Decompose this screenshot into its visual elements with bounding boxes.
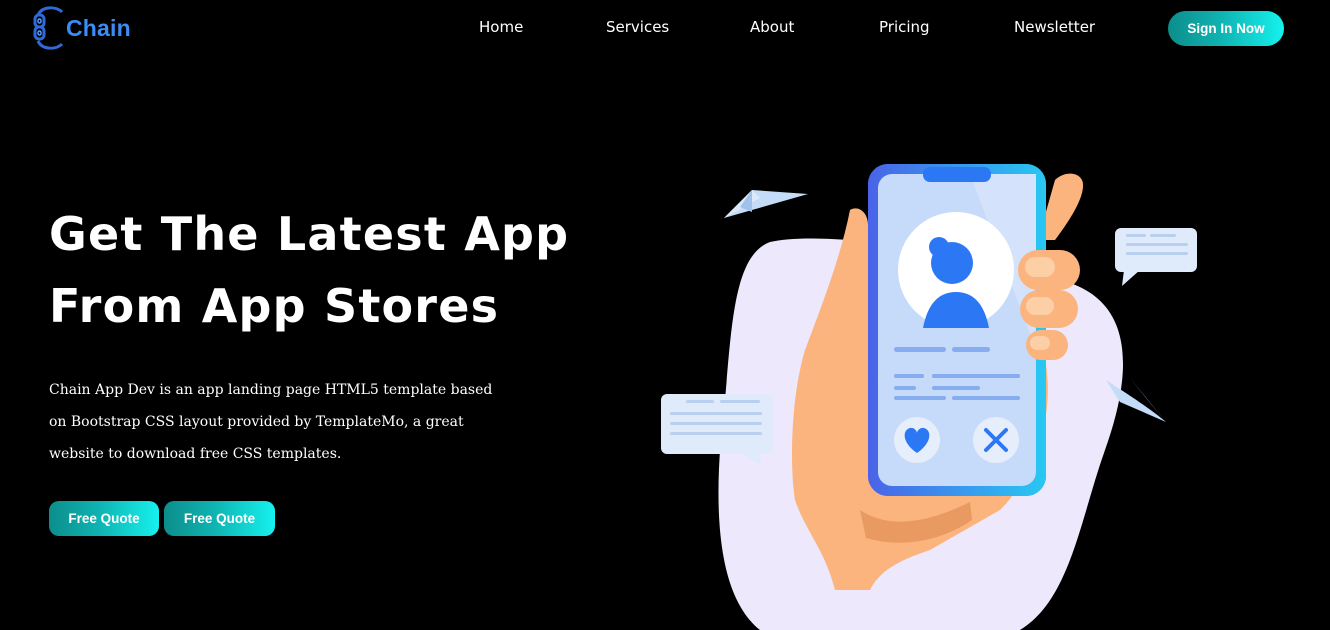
free-quote-button-secondary[interactable]: Free Quote (164, 501, 275, 536)
free-quote-button[interactable]: Free Quote (49, 501, 159, 536)
brand-name: Chain (66, 14, 131, 41)
hero-illustration (661, 164, 1197, 630)
heart-icon (894, 417, 940, 463)
brand-logo[interactable]: Chain (32, 2, 142, 54)
chat-bubble-icon (661, 394, 773, 466)
paper-plane-icon (724, 190, 808, 218)
hero-description: Chain App Dev is an app landing page HTM… (49, 382, 493, 462)
hero-headline-line2: From App Stores (49, 279, 500, 333)
nav-item-newsletter[interactable]: Newsletter (1014, 18, 1095, 36)
hero-headline: Get The Latest App From App Stores (49, 198, 609, 342)
chain-link-icon (33, 6, 64, 50)
landing-page: Chain Home Services About Pricing Newsle… (0, 0, 1330, 630)
nav-item-services[interactable]: Services (606, 18, 669, 36)
hero-headline-line1: Get The Latest App (49, 207, 570, 261)
phone-icon (868, 164, 1046, 496)
close-icon (973, 417, 1019, 463)
nav-item-about[interactable]: About (750, 18, 794, 36)
nav-item-pricing[interactable]: Pricing (879, 18, 930, 36)
sign-in-button[interactable]: Sign In Now (1168, 11, 1284, 46)
chat-bubble-icon (1115, 228, 1197, 286)
nav-item-home[interactable]: Home (479, 18, 523, 36)
user-avatar-icon (898, 212, 1014, 328)
